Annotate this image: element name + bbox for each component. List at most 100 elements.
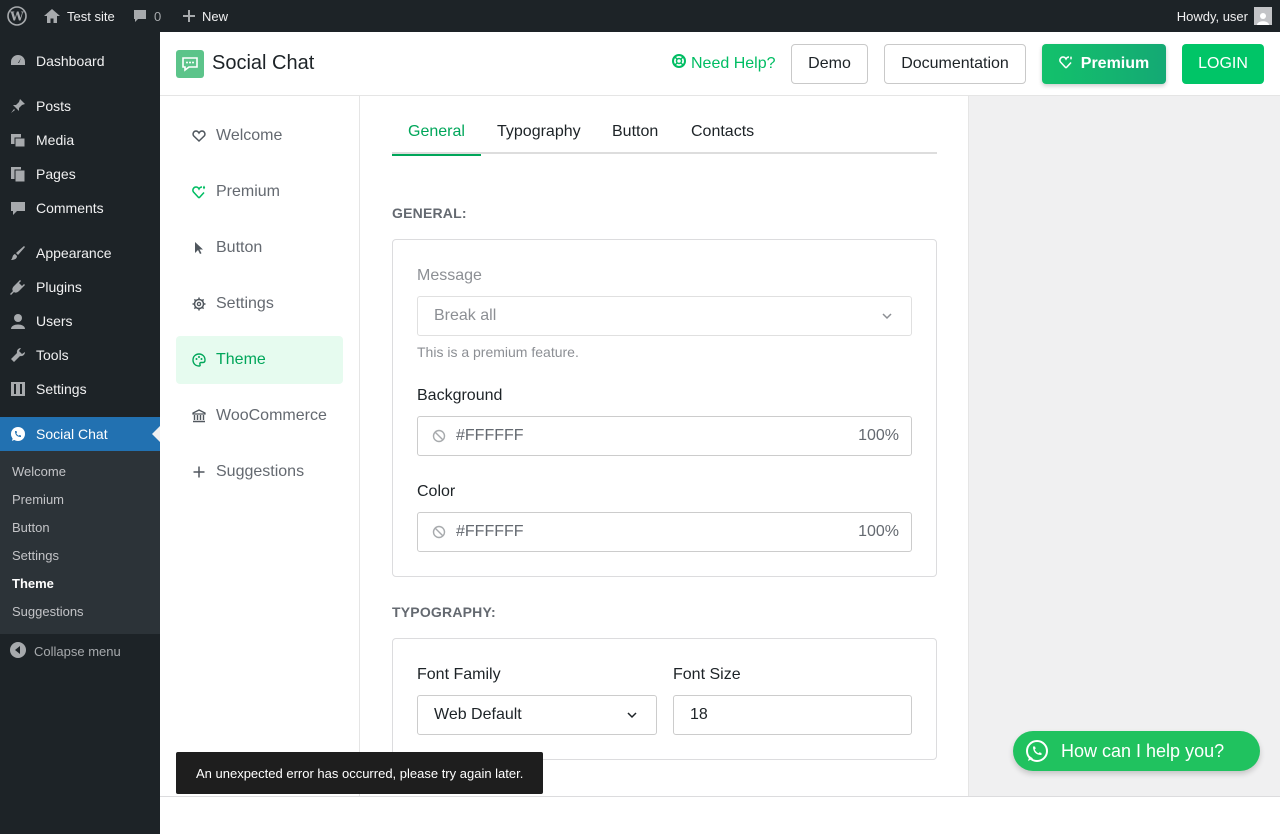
lifebuoy-icon: [672, 54, 686, 73]
plugin-nav-label: Suggestions: [216, 463, 305, 480]
avatar: [1254, 7, 1272, 25]
plugin-nav-theme[interactable]: Theme: [176, 336, 343, 384]
background-color-value: #FFFFFF: [456, 427, 524, 444]
premium-button[interactable]: Premium: [1042, 44, 1166, 84]
plus-icon: [192, 465, 206, 479]
media-icon: [10, 132, 26, 148]
message-select-value: Break all: [434, 307, 497, 324]
menu-item-settings[interactable]: Settings: [0, 372, 160, 406]
tab-button[interactable]: Button: [612, 116, 658, 154]
text-color-input[interactable]: #FFFFFF 100%: [417, 512, 912, 552]
error-snackbar: An unexpected error has occurred, please…: [176, 752, 543, 794]
menu-item-appearance[interactable]: Appearance: [0, 236, 160, 270]
plugin-nav-button[interactable]: Button: [176, 224, 343, 272]
message-label: Message: [417, 267, 482, 284]
plugin-nav-suggestions[interactable]: Suggestions: [176, 448, 343, 496]
comment-icon: [10, 200, 26, 216]
my-account-link[interactable]: Howdy, user: [1177, 0, 1272, 32]
menu-label: Users: [36, 313, 73, 329]
documentation-button[interactable]: Documentation: [884, 44, 1026, 84]
brush-icon: [10, 245, 26, 261]
social-chat-submenu: Welcome Premium Button Settings Theme Su…: [0, 451, 160, 634]
general-card: Message Break all This is a premium feat…: [392, 239, 937, 577]
font-family-value: Web Default: [434, 706, 522, 723]
background-color-input[interactable]: #FFFFFF 100%: [417, 416, 912, 456]
plugin-sidebar: Welcome Premium Button Settings Theme Wo…: [160, 96, 360, 796]
plugin-nav-label: Premium: [216, 183, 281, 200]
menu-item-users[interactable]: Users: [0, 304, 160, 338]
new-label: New: [202, 8, 229, 24]
typography-card: Font Family Web Default Font Size 18: [392, 638, 937, 760]
whatsapp-chat-button[interactable]: How can I help you?: [1013, 731, 1260, 771]
social-chat-logo-icon: [176, 50, 204, 78]
tab-contacts[interactable]: Contacts: [691, 116, 754, 154]
submenu-item-button[interactable]: Button: [12, 520, 50, 535]
user-icon: [10, 313, 26, 329]
general-section-title: GENERAL:: [392, 205, 467, 221]
plugin-nav-welcome[interactable]: Welcome: [176, 112, 343, 160]
menu-item-social-chat[interactable]: Social Chat: [0, 417, 160, 451]
menu-item-media[interactable]: Media: [0, 123, 160, 157]
chevron-down-icon: [881, 312, 893, 320]
font-family-select[interactable]: Web Default: [417, 695, 657, 735]
palette-icon: [192, 353, 206, 367]
plugin-nav-label: Settings: [216, 295, 274, 312]
submenu-item-suggestions[interactable]: Suggestions: [12, 604, 84, 619]
collapse-menu-button[interactable]: Collapse menu: [10, 642, 121, 661]
need-help-link[interactable]: Need Help?: [672, 54, 776, 73]
tab-typography[interactable]: Typography: [497, 116, 581, 154]
site-name-link[interactable]: Test site: [43, 0, 115, 32]
plugin-nav-label: Theme: [216, 351, 266, 368]
submenu-item-welcome[interactable]: Welcome: [12, 464, 66, 479]
menu-item-pages[interactable]: Pages: [0, 157, 160, 191]
message-select[interactable]: Break all: [417, 296, 912, 336]
wordpress-logo-icon[interactable]: W: [7, 0, 27, 32]
site-name: Test site: [67, 8, 115, 24]
menu-label: Tools: [36, 347, 69, 363]
submenu-item-premium[interactable]: Premium: [12, 492, 64, 507]
need-help-label: Need Help?: [691, 54, 776, 72]
menu-item-comments[interactable]: Comments: [0, 191, 160, 225]
tab-bar: General Typography Button Contacts: [392, 116, 937, 156]
demo-button[interactable]: Demo: [791, 44, 868, 84]
font-size-input[interactable]: 18: [673, 695, 912, 735]
whatsapp-icon: [10, 426, 26, 442]
menu-label: Dashboard: [36, 53, 105, 69]
login-button[interactable]: LOGIN: [1182, 44, 1264, 84]
plugin-nav-woocommerce[interactable]: WooCommerce: [176, 392, 343, 440]
comments-link[interactable]: 0: [132, 0, 161, 32]
menu-label: Settings: [36, 381, 87, 397]
menu-item-plugins[interactable]: Plugins: [0, 270, 160, 304]
plugin-nav-label: Button: [216, 239, 263, 256]
background-label: Background: [417, 387, 503, 404]
text-color-opacity: 100%: [858, 523, 899, 540]
menu-item-tools[interactable]: Tools: [0, 338, 160, 372]
submenu-item-settings[interactable]: Settings: [12, 548, 59, 563]
new-content-link[interactable]: New: [182, 0, 228, 32]
admin-menu: Dashboard Posts Media Pages Comments App…: [0, 32, 160, 834]
menu-item-posts[interactable]: Posts: [0, 89, 160, 123]
plugin-nav-premium[interactable]: Premium: [176, 168, 343, 216]
menu-label: Social Chat: [36, 426, 108, 442]
svg-text:W: W: [9, 10, 24, 24]
menu-item-dashboard[interactable]: Dashboard: [0, 44, 160, 78]
premium-feature-note: This is a premium feature.: [417, 344, 579, 360]
color-label: Color: [417, 483, 456, 500]
howdy-text: Howdy, user: [1176, 8, 1248, 24]
pointer-icon: [192, 241, 206, 255]
comment-icon: [132, 8, 148, 24]
premium-label: Premium: [1080, 55, 1150, 72]
pin-icon: [10, 98, 26, 114]
menu-label: Pages: [36, 166, 76, 182]
plugin-nav-settings[interactable]: Settings: [176, 280, 343, 328]
menu-label: Media: [36, 132, 75, 148]
whatsapp-cta-label: How can I help you?: [1061, 740, 1225, 761]
dashboard-icon: [10, 53, 26, 69]
collapse-label: Collapse menu: [34, 644, 121, 659]
submenu-item-theme[interactable]: Theme: [12, 576, 54, 591]
collapse-icon: [10, 642, 26, 661]
tab-general[interactable]: General: [392, 116, 481, 156]
wrench-icon: [10, 347, 26, 363]
home-icon: [43, 8, 61, 24]
typography-section-title: TYPOGRAPHY:: [392, 604, 496, 620]
